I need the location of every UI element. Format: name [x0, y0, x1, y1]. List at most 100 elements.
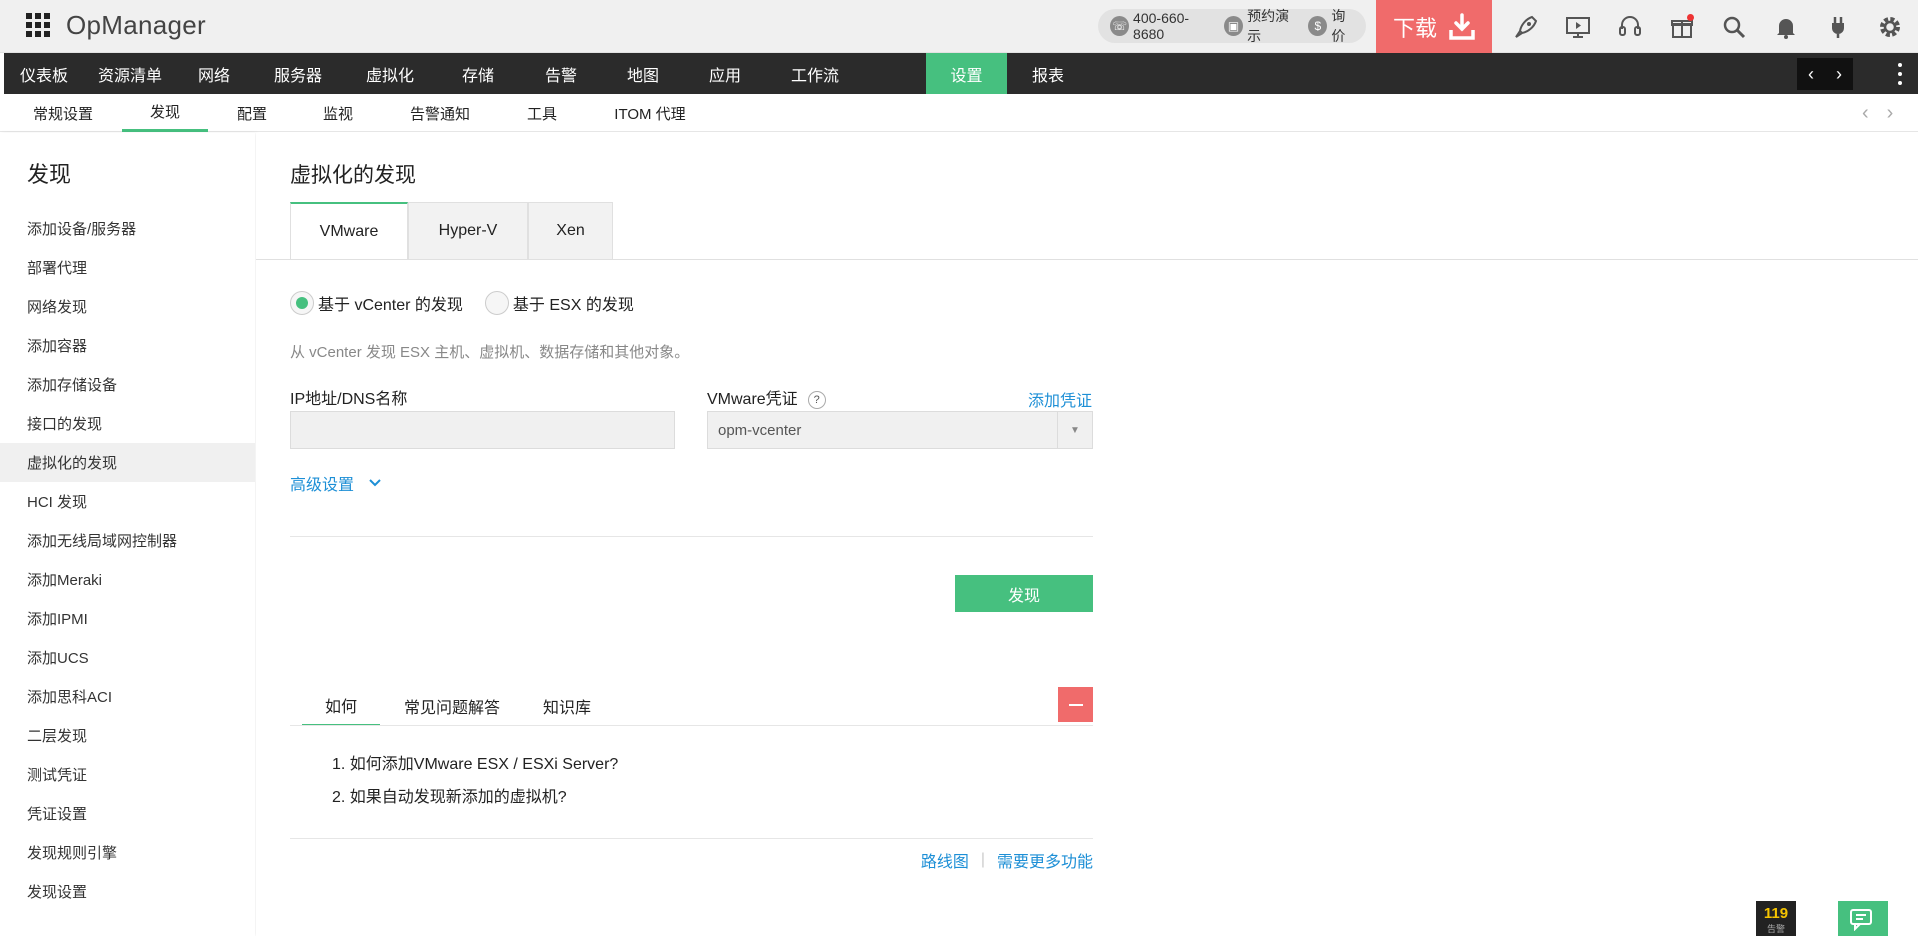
sidebar-item-discovery-settings[interactable]: 发现设置	[0, 872, 255, 911]
nav-item-maps[interactable]: 地图	[602, 53, 684, 94]
phone-link[interactable]: ☏ 400-660-8680	[1110, 10, 1216, 42]
nav-item-apps[interactable]: 应用	[684, 53, 766, 94]
sidebar-item-hci-discovery[interactable]: HCI 发现	[0, 482, 255, 521]
discover-button[interactable]: 发现	[955, 575, 1093, 612]
nav-item-reports[interactable]: 报表	[1007, 53, 1089, 94]
sidebar-item-virtualization-discovery[interactable]: 虚拟化的发现	[0, 443, 255, 482]
sidebar-item-add-storage[interactable]: 添加存储设备	[0, 365, 255, 404]
alarm-count: 119	[1763, 905, 1789, 922]
tab-hyper-v[interactable]: Hyper-V	[408, 202, 528, 259]
nav-scroll-right[interactable]: ›	[1825, 58, 1853, 90]
notification-dot	[1687, 14, 1694, 21]
price-link[interactable]: $ 询价	[1308, 6, 1358, 46]
gift-button[interactable]	[1656, 0, 1708, 53]
footer-links: 路线图 | 需要更多功能	[921, 848, 1093, 872]
nav-item-workflow[interactable]: 工作流	[766, 53, 864, 94]
vmware-credential-select[interactable]: opm-vcenter ▼	[707, 411, 1093, 449]
tab-vmware[interactable]: VMware	[290, 202, 408, 259]
sidebar-item-credential-settings[interactable]: 凭证设置	[0, 794, 255, 833]
subnav-item-tools[interactable]: 工具	[518, 94, 566, 132]
download-icon	[1449, 12, 1475, 40]
subnav-right-icon[interactable]: ›	[1887, 102, 1894, 125]
subnav-item-monitor[interactable]: 监视	[314, 94, 362, 132]
sidebar-item-add-container[interactable]: 添加容器	[0, 326, 255, 365]
nav-item-settings[interactable]: 设置	[926, 53, 1007, 94]
more-menu-icon[interactable]	[1898, 63, 1902, 85]
sidebar-item-interface-discovery[interactable]: 接口的发现	[0, 404, 255, 443]
plugin-button[interactable]	[1812, 0, 1864, 53]
chat-button[interactable]	[1838, 901, 1888, 936]
sidebar-item-layer2-discovery[interactable]: 二层发现	[0, 716, 255, 755]
help-tab-kb[interactable]: 知识库	[524, 686, 610, 726]
sidebar-item-add-wlc[interactable]: 添加无线局域网控制器	[0, 521, 255, 560]
search-button[interactable]	[1708, 0, 1760, 53]
virtualization-tabs: VMware Hyper-V Xen	[290, 202, 613, 259]
radio-esx[interactable]	[484, 291, 509, 315]
notifications-button[interactable]	[1760, 0, 1812, 53]
subnav-item-notifications[interactable]: 告警通知	[402, 94, 478, 132]
nav-item-network[interactable]: 网络	[176, 53, 252, 94]
sidebar-item-add-device[interactable]: 添加设备/服务器	[0, 209, 255, 248]
radio-vcenter[interactable]	[290, 291, 314, 315]
subnav-item-discovery[interactable]: 发现	[122, 94, 208, 132]
price-icon: $	[1308, 16, 1328, 36]
footer-divider	[290, 838, 1093, 839]
tab-xen[interactable]: Xen	[528, 202, 613, 259]
ip-dns-input[interactable]	[290, 411, 675, 449]
app-grid-icon[interactable]	[26, 13, 50, 37]
help-icon[interactable]: ?	[807, 391, 826, 409]
form-divider	[290, 536, 1093, 537]
feature-request-link[interactable]: 需要更多功能	[997, 848, 1093, 872]
rocket-button[interactable]	[1500, 0, 1552, 53]
nav-scroll-left[interactable]: ‹	[1797, 58, 1825, 90]
sidebar-item-add-ipmi[interactable]: 添加IPMI	[0, 599, 255, 638]
sidebar-item-deploy-agent[interactable]: 部署代理	[0, 248, 255, 287]
bell-icon	[1777, 18, 1795, 39]
subnav-item-general[interactable]: 常规设置	[22, 94, 104, 132]
download-button[interactable]: 下载	[1376, 0, 1492, 53]
roadmap-link[interactable]: 路线图	[921, 848, 969, 872]
nav-item-inventory[interactable]: 资源清单	[84, 53, 176, 94]
add-credential-link[interactable]: 添加凭证	[1028, 387, 1092, 411]
alarm-label: 告警	[1766, 924, 1785, 934]
nav-scroll-arrows: ‹ ›	[1797, 58, 1853, 90]
help-item-1[interactable]: 1. 如何添加VMware ESX / ESXi Server?	[332, 745, 618, 778]
subnav-arrows: ‹ ›	[1862, 102, 1893, 125]
sidebar-item-rule-engine[interactable]: 发现规则引擎	[0, 833, 255, 872]
radio-vcenter-option[interactable]: 基于 vCenter 的发现	[290, 291, 463, 315]
discovery-mode-radios: 基于 vCenter 的发现 基于 ESX 的发现	[290, 291, 656, 315]
alarm-count-badge[interactable]: 119 告警	[1756, 901, 1796, 936]
help-tab-howto[interactable]: 如何	[302, 686, 380, 726]
sidebar: 发现 添加设备/服务器 部署代理 网络发现 添加容器 添加存储设备 接口的发现 …	[0, 133, 255, 936]
price-label: 询价	[1331, 8, 1346, 44]
help-tab-faq[interactable]: 常见问题解答	[380, 686, 524, 726]
discovery-description: 从 vCenter 发现 ESX 主机、虚拟机、数据存储和其他对象。	[290, 344, 690, 361]
rocket-icon	[1515, 15, 1538, 38]
plug-icon	[1832, 16, 1844, 38]
sidebar-item-add-ucs[interactable]: 添加UCS	[0, 638, 255, 677]
demo-link[interactable]: ▣ 预约演示	[1224, 6, 1300, 46]
subnav-item-itom-agent[interactable]: ITOM 代理	[608, 94, 692, 132]
settings-button[interactable]	[1864, 0, 1916, 53]
sidebar-item-test-credentials[interactable]: 测试凭证	[0, 755, 255, 794]
nav-item-storage[interactable]: 存储	[436, 53, 520, 94]
sidebar-item-add-cisco-aci[interactable]: 添加思科ACI	[0, 677, 255, 716]
sidebar-item-network-discovery[interactable]: 网络发现	[0, 287, 255, 326]
subnav-item-config[interactable]: 配置	[228, 94, 276, 132]
headset-icon	[1619, 15, 1641, 36]
chevron-down-icon[interactable]: ▼	[1057, 412, 1092, 448]
radio-esx-option[interactable]: 基于 ESX 的发现	[484, 291, 634, 315]
presentation-button[interactable]	[1552, 0, 1604, 53]
nav-item-dashboard[interactable]: 仪表板	[4, 53, 84, 94]
sidebar-item-add-meraki[interactable]: 添加Meraki	[0, 560, 255, 599]
phone-icon: ☏	[1110, 16, 1130, 36]
advanced-settings-toggle[interactable]: 高级设置	[290, 471, 382, 495]
nav-item-servers[interactable]: 服务器	[252, 53, 344, 94]
collapse-help-button[interactable]	[1058, 687, 1093, 722]
demo-icon: ▣	[1224, 16, 1244, 36]
nav-item-virtualization[interactable]: 虚拟化	[344, 53, 436, 94]
support-button[interactable]	[1604, 0, 1656, 53]
nav-item-alarms[interactable]: 告警	[520, 53, 602, 94]
subnav-left-icon[interactable]: ‹	[1862, 102, 1869, 125]
help-item-2[interactable]: 2. 如果自动发现新添加的虚拟机?	[332, 778, 618, 811]
